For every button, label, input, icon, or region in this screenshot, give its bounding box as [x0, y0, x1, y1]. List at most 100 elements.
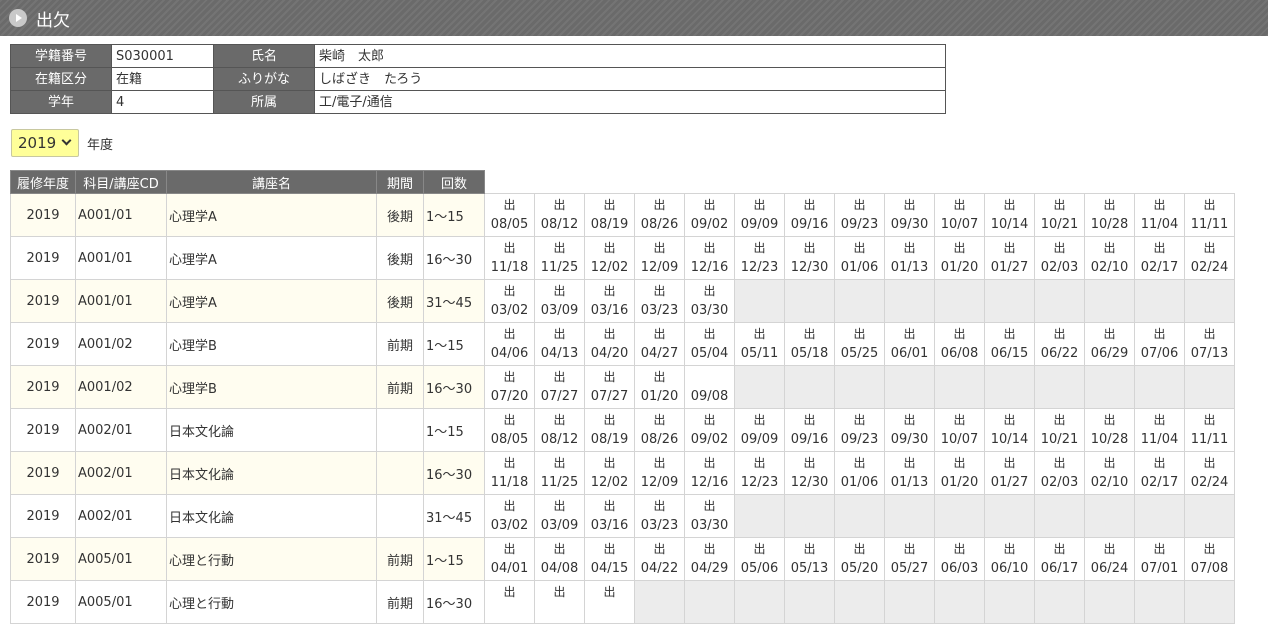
- attendance-status: 出: [803, 198, 816, 212]
- attendance-cell: 出 10/07: [934, 408, 985, 452]
- enrolled-year-cell: 2019: [10, 408, 76, 452]
- attendance-status: 出: [803, 542, 816, 556]
- empty-attendance-cell: [984, 365, 1035, 409]
- attendance-status: 出: [653, 542, 666, 556]
- attendance-cell: 出: [534, 580, 585, 624]
- term-cell: 後期: [376, 236, 424, 280]
- term-cell: [376, 451, 424, 495]
- attendance-cell: 出 02/24: [1184, 451, 1235, 495]
- empty-attendance-cell: [684, 580, 735, 624]
- empty-attendance-cell: [934, 494, 985, 538]
- attendance-date: 02/24: [1190, 260, 1229, 275]
- attendance-date: 05/20: [840, 561, 879, 576]
- empty-attendance-cell: [934, 279, 985, 323]
- attendance-date: 01/13: [890, 260, 929, 275]
- attendance-status: 出: [553, 198, 566, 212]
- course-code-cell: A002/01: [75, 451, 167, 495]
- attendance-cell: 出 02/17: [1134, 236, 1185, 280]
- attendance-cell: 出 01/06: [834, 236, 885, 280]
- course-code-cell: A001/02: [75, 322, 167, 366]
- attendance-cell: 出 07/06: [1134, 322, 1185, 366]
- attendance-status: 出: [753, 327, 766, 341]
- attendance-status: 出: [503, 456, 516, 470]
- attendance-date: 07/27: [590, 389, 629, 404]
- empty-attendance-cell: [934, 365, 985, 409]
- attendance-cell: 出 11/11: [1184, 408, 1235, 452]
- attendance-cell: 出 03/09: [534, 279, 585, 323]
- attendance-status: [685, 368, 734, 387]
- affiliation-value: 工/電子/通信: [314, 90, 946, 114]
- attendance-date: 02/03: [1040, 475, 1079, 490]
- attendance-status: 出: [1153, 456, 1166, 470]
- empty-attendance-cell: [834, 279, 885, 323]
- attendance-status: 出: [853, 542, 866, 556]
- year-select-value: 2019: [18, 134, 57, 152]
- course-code-cell: A005/01: [75, 537, 167, 581]
- attendance-date: 12/30: [790, 475, 829, 490]
- course-name-cell: 心理と行動: [166, 537, 377, 581]
- empty-attendance-cell: [884, 365, 935, 409]
- attendance-date: 10/21: [1040, 217, 1079, 232]
- attendance-cell: 出 01/27: [984, 236, 1035, 280]
- attendance-status: 出: [1153, 327, 1166, 341]
- empty-attendance-cell: [734, 279, 785, 323]
- attendance-date: 07/01: [1140, 561, 1179, 576]
- student-id-label: 学籍番号: [10, 44, 112, 68]
- attendance-date: 08/05: [490, 432, 529, 447]
- header-course-code: 科目/講座CD: [75, 170, 167, 194]
- attendance-status: 出: [1103, 327, 1116, 341]
- empty-attendance-cell: [1084, 365, 1135, 409]
- attendance-status: 出: [503, 542, 516, 556]
- attendance-cell: 出 03/09: [534, 494, 585, 538]
- empty-attendance-cell: [1034, 580, 1085, 624]
- attendance-cell: 出 04/08: [534, 537, 585, 581]
- attendance-status: 出: [553, 456, 566, 470]
- attendance-date: 12/09: [640, 475, 679, 490]
- attendance-date: 09/23: [840, 432, 879, 447]
- course-name-cell: 心理学A: [166, 193, 377, 237]
- attendance-status: 出: [603, 542, 616, 556]
- year-select[interactable]: 2019: [11, 129, 79, 157]
- attendance-cell: 出 08/12: [534, 193, 585, 237]
- attendance-cell: 出 04/22: [634, 537, 685, 581]
- attendance-date: 10/28: [1090, 217, 1129, 232]
- student-name-label: 氏名: [213, 44, 315, 68]
- attendance-date: 08/19: [590, 217, 629, 232]
- page-title: 出欠: [36, 10, 70, 31]
- attendance-date: 07/27: [540, 389, 579, 404]
- attendance-date: 05/27: [890, 561, 929, 576]
- attendance-status: 出: [1053, 542, 1066, 556]
- attendance-cell: 出 09/23: [834, 408, 885, 452]
- attendance-status: 出: [653, 413, 666, 427]
- attendance-cell: 出 10/21: [1034, 193, 1085, 237]
- empty-attendance-cell: [834, 580, 885, 624]
- table-row: 2019 A002/01 日本文化論 16～30 出 11/18 出 11/25 出 12/02 出…: [10, 451, 1235, 495]
- attendance-cell: 出 03/30: [684, 494, 735, 538]
- enrolled-year-cell: 2019: [10, 494, 76, 538]
- empty-attendance-cell: [884, 494, 935, 538]
- attendance-status: 出: [1053, 241, 1066, 255]
- attendance-status: 出: [703, 413, 716, 427]
- attendance-date: 09/23: [840, 217, 879, 232]
- attendance-date: 09/16: [790, 432, 829, 447]
- attendance-date: 04/01: [490, 561, 529, 576]
- attendance-status: 出: [703, 241, 716, 255]
- attendance-cell: 出 07/20: [484, 365, 535, 409]
- enrolled-year-cell: 2019: [10, 193, 76, 237]
- attendance-status: 出: [653, 456, 666, 470]
- term-cell: [376, 408, 424, 452]
- table-row: 2019 A005/01 心理と行動 前期 1～15 出 04/01 出 04/08 出 04/15…: [10, 537, 1235, 581]
- attendance-cell: 出 02/10: [1084, 236, 1135, 280]
- term-cell: 前期: [376, 322, 424, 366]
- enrolled-year-cell: 2019: [10, 279, 76, 323]
- attendance-status: 出: [903, 198, 916, 212]
- attendance-status: 出: [1103, 456, 1116, 470]
- attendance-date: 09/30: [890, 217, 929, 232]
- attendance-date: 01/27: [990, 260, 1029, 275]
- attendance-status: 出: [953, 241, 966, 255]
- attendance-cell: 出 06/03: [934, 537, 985, 581]
- attendance-status: 出: [603, 413, 616, 427]
- attendance-status: 出: [903, 542, 916, 556]
- empty-attendance-cell: [834, 494, 885, 538]
- attendance-date: 03/16: [590, 518, 629, 533]
